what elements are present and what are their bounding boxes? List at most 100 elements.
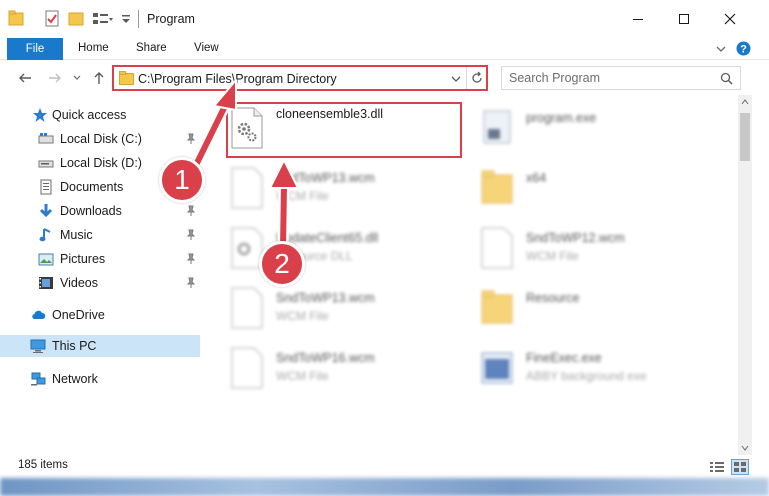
tab-share[interactable]: Share bbox=[136, 42, 167, 54]
details-view-icon[interactable] bbox=[709, 461, 725, 473]
nav-local-disk-c[interactable]: Local Disk (C:) bbox=[0, 128, 200, 150]
exe-file-icon bbox=[481, 352, 513, 384]
scroll-thumb[interactable] bbox=[740, 113, 750, 161]
nav-onedrive[interactable]: OneDrive bbox=[0, 304, 200, 326]
properties-icon[interactable] bbox=[44, 10, 60, 28]
file-type: WCM File bbox=[526, 249, 579, 263]
file-name: Resource bbox=[526, 291, 580, 305]
maximize-button[interactable] bbox=[661, 0, 707, 38]
nav-label: Network bbox=[52, 372, 98, 386]
desktop-background bbox=[0, 478, 769, 496]
nav-music[interactable]: Music bbox=[0, 224, 200, 246]
nav-network[interactable]: Network bbox=[0, 368, 200, 390]
step-marker-1: 1 bbox=[159, 157, 205, 203]
nav-label: Local Disk (D:) bbox=[60, 156, 142, 170]
address-bar[interactable]: C:\Program Files\Program Directory bbox=[112, 65, 488, 91]
pin-icon[interactable] bbox=[186, 205, 196, 217]
chevron-down-icon bbox=[73, 75, 81, 80]
recent-locations-button[interactable] bbox=[68, 69, 86, 87]
nav-label: Music bbox=[60, 228, 93, 242]
file-item[interactable]: program.exe bbox=[480, 107, 730, 157]
nav-videos[interactable]: Videos bbox=[0, 272, 200, 294]
folder-icon bbox=[481, 290, 513, 324]
file-item[interactable]: Resource bbox=[480, 287, 730, 337]
tab-home[interactable]: Home bbox=[78, 42, 109, 54]
nav-pictures[interactable]: Pictures bbox=[0, 248, 200, 270]
file-item[interactable]: SndToWP12.wcm WCM File bbox=[480, 227, 730, 277]
file-item[interactable]: SndToWP16.wcm WCM File bbox=[230, 347, 480, 397]
file-item[interactable]: x64 bbox=[480, 167, 730, 217]
tab-view[interactable]: View bbox=[194, 42, 219, 54]
nav-this-pc[interactable]: This PC bbox=[0, 335, 200, 357]
arrow-right-icon bbox=[49, 73, 61, 83]
address-row: C:\Program Files\Program Directory Searc… bbox=[0, 61, 769, 95]
drive-icon bbox=[38, 133, 54, 144]
arrow-up-icon bbox=[94, 72, 104, 84]
step-marker-2: 2 bbox=[259, 241, 305, 287]
up-button[interactable] bbox=[90, 69, 108, 87]
file-item[interactable]: SndToWP13.wcm WCM File bbox=[230, 167, 480, 217]
file-type: WCM File bbox=[276, 189, 329, 203]
back-button[interactable] bbox=[16, 69, 34, 87]
large-icons-view-icon[interactable] bbox=[731, 459, 749, 475]
address-divider bbox=[466, 67, 467, 89]
computer-icon bbox=[30, 339, 46, 353]
cloud-icon bbox=[32, 310, 46, 319]
svg-text:?: ? bbox=[740, 44, 747, 56]
scroll-up-icon[interactable] bbox=[741, 99, 749, 105]
chevron-down-icon[interactable] bbox=[120, 10, 132, 28]
expand-ribbon-icon[interactable] bbox=[715, 43, 727, 55]
nav-label: Downloads bbox=[60, 204, 122, 218]
music-icon bbox=[39, 228, 51, 242]
file-icon bbox=[231, 287, 263, 329]
star-icon bbox=[33, 108, 47, 122]
new-folder-icon[interactable] bbox=[68, 10, 84, 28]
item-count: 185 items bbox=[18, 459, 68, 471]
search-input[interactable]: Search Program bbox=[501, 66, 741, 90]
download-icon bbox=[39, 204, 53, 218]
file-type: WCM File bbox=[276, 309, 329, 323]
maximize-icon bbox=[679, 14, 689, 24]
pin-icon[interactable] bbox=[186, 133, 196, 145]
window-title: Program bbox=[147, 12, 195, 26]
nav-label: Videos bbox=[60, 276, 98, 290]
file-item[interactable]: FineExec.exe ABBY background exe bbox=[480, 347, 730, 397]
customize-toolbar-icon[interactable] bbox=[92, 10, 114, 28]
status-bar: 185 items bbox=[0, 456, 769, 478]
file-name: SndToWP16.wcm bbox=[276, 351, 375, 365]
help-icon[interactable]: ? bbox=[736, 41, 751, 56]
folder-icon bbox=[119, 71, 134, 85]
refresh-icon[interactable] bbox=[470, 71, 484, 85]
file-name: SndToWP13.wcm bbox=[276, 171, 375, 185]
file-name: x64 bbox=[526, 171, 547, 185]
file-type: WCM File bbox=[276, 369, 329, 383]
nav-quick-access[interactable]: Quick access bbox=[0, 104, 200, 126]
scroll-down-icon[interactable] bbox=[741, 445, 749, 451]
nav-label: Quick access bbox=[52, 108, 127, 122]
pin-icon[interactable] bbox=[186, 277, 196, 289]
pin-icon[interactable] bbox=[186, 229, 196, 241]
search-icon[interactable] bbox=[720, 72, 733, 85]
tab-file[interactable]: File bbox=[7, 38, 63, 60]
file-item[interactable]: SndToWP13.wcm WCM File bbox=[230, 287, 480, 337]
search-placeholder: Search Program bbox=[509, 71, 601, 85]
title-bar: Program bbox=[0, 0, 769, 38]
pin-icon[interactable] bbox=[186, 253, 196, 265]
nav-label: Local Disk (C:) bbox=[60, 132, 142, 146]
videos-icon bbox=[39, 277, 53, 289]
address-path: C:\Program Files\Program Directory bbox=[138, 72, 337, 86]
forward-button[interactable] bbox=[46, 69, 64, 87]
vertical-scrollbar[interactable] bbox=[738, 95, 752, 455]
file-icon bbox=[231, 347, 263, 389]
minimize-button[interactable] bbox=[615, 0, 661, 38]
file-name: program.exe bbox=[526, 111, 597, 125]
minimize-icon bbox=[633, 19, 643, 20]
nav-downloads[interactable]: Downloads bbox=[0, 200, 200, 222]
network-icon bbox=[31, 372, 46, 386]
folder-icon[interactable] bbox=[8, 10, 24, 28]
drive-icon bbox=[38, 160, 54, 168]
address-dropdown-icon[interactable] bbox=[450, 73, 462, 85]
close-icon bbox=[724, 13, 736, 25]
file-highlight-frame bbox=[226, 102, 462, 158]
close-button[interactable] bbox=[707, 0, 753, 38]
